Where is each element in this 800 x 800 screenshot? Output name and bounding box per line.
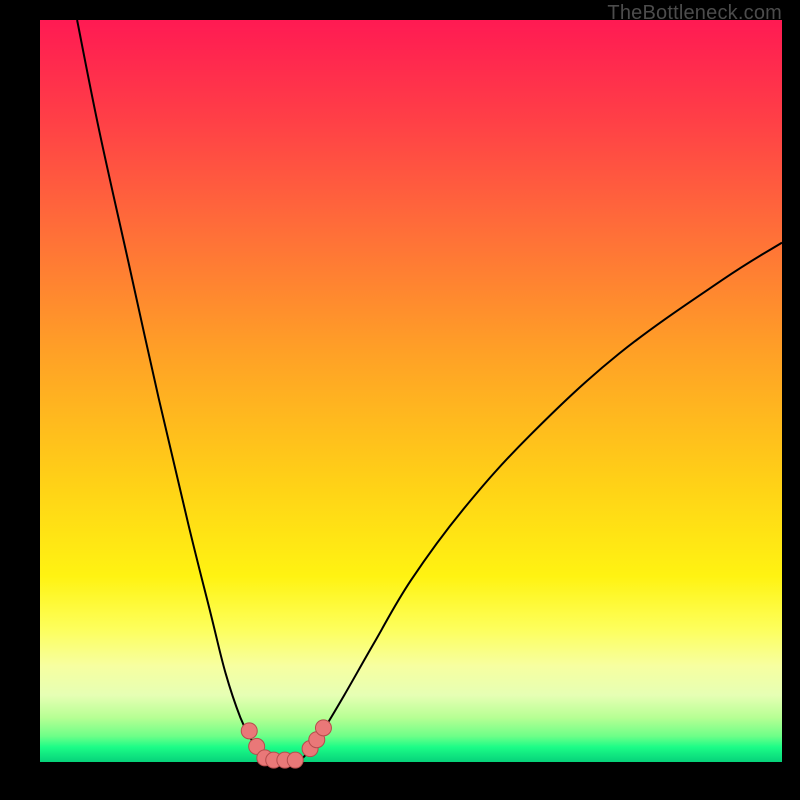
data-marker <box>287 752 303 768</box>
data-marker <box>315 720 331 736</box>
marker-group <box>241 720 331 768</box>
chart-frame: TheBottleneck.com <box>0 0 800 800</box>
plot-area <box>40 20 782 762</box>
bottleneck-curve-right <box>300 243 782 761</box>
watermark-text: TheBottleneck.com <box>607 2 782 25</box>
chart-svg <box>40 20 782 762</box>
bottleneck-curve-left <box>77 20 268 761</box>
data-marker <box>241 723 257 739</box>
